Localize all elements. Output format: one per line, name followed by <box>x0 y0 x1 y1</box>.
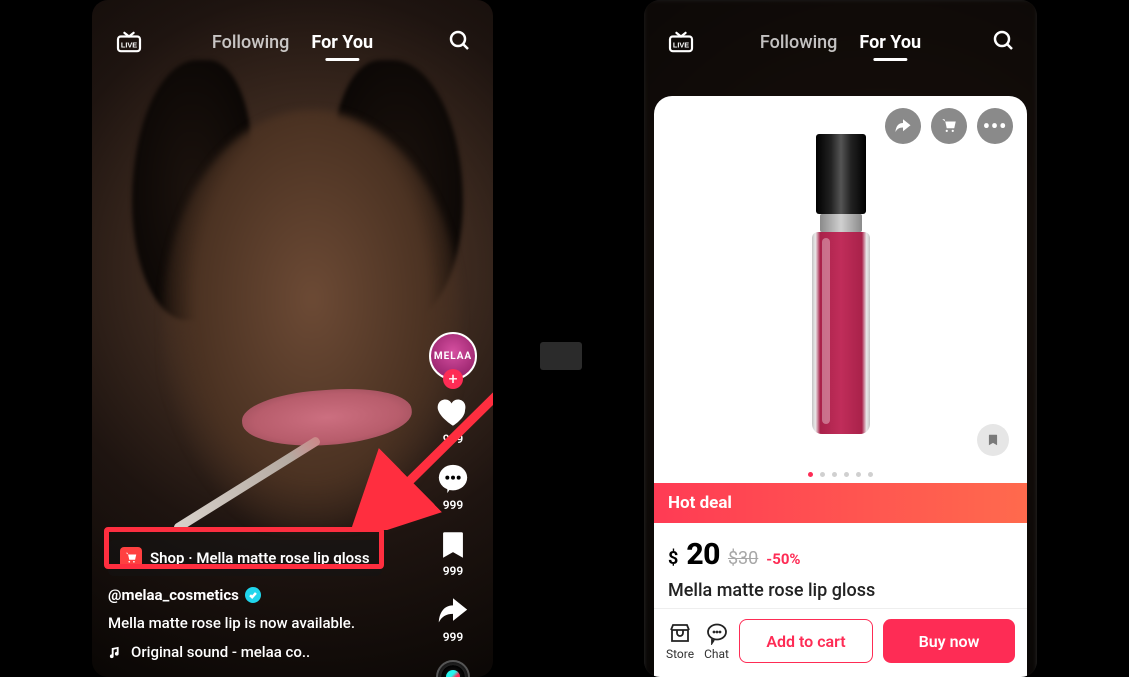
search-icon[interactable] <box>991 28 1015 56</box>
store-button[interactable]: Store <box>666 621 694 661</box>
share-icon <box>436 594 470 628</box>
live-icon[interactable]: LIVE <box>114 31 144 53</box>
decorative-divider <box>540 342 582 370</box>
price-block: $20 $30 -50% Mella matte rose lip gloss <box>654 523 1027 605</box>
store-label: Store <box>666 647 694 661</box>
product-image-area[interactable] <box>654 96 1027 472</box>
chat-icon <box>705 621 729 645</box>
dot <box>856 472 861 477</box>
shop-link-pill[interactable]: Shop · Mella matte rose lip gloss <box>108 540 382 576</box>
product-title: Mella matte rose lip gloss <box>668 580 1013 601</box>
buy-now-button[interactable]: Buy now <box>883 619 1015 663</box>
product-sheet: ••• Hot deal $20 $30 -50% <box>654 96 1027 677</box>
store-icon <box>668 621 692 645</box>
product-bottom-bar: Store Chat Add to cart Buy now <box>654 608 1027 677</box>
feed-top-bar: LIVE Following For You <box>644 20 1037 64</box>
heart-icon <box>436 396 470 430</box>
bookmark-icon <box>436 528 470 562</box>
save-button[interactable]: 999 <box>436 528 470 578</box>
save-count: 999 <box>443 564 464 578</box>
price-original: $30 <box>728 548 758 569</box>
feed-screen: LIVE Following For You MELAA + 999 999 9… <box>92 0 493 677</box>
shop-separator: · <box>188 549 192 567</box>
share-button[interactable]: 999 <box>436 594 470 644</box>
svg-text:LIVE: LIVE <box>121 41 137 50</box>
comment-button[interactable]: 999 <box>436 462 470 512</box>
creator-username[interactable]: @melaa_cosmetics <box>108 586 239 604</box>
live-icon[interactable]: LIVE <box>666 31 696 53</box>
price-current: 20 <box>686 537 720 572</box>
svg-text:LIVE: LIVE <box>673 41 689 50</box>
verified-badge-icon <box>245 587 261 603</box>
music-note-icon <box>108 645 123 660</box>
dot <box>868 472 873 477</box>
search-icon[interactable] <box>447 28 471 56</box>
sound-row[interactable]: Original sound - melaa co.. <box>108 643 413 661</box>
dot <box>820 472 825 477</box>
product-image <box>812 134 870 434</box>
shop-product-name: Mella matte rose lip gloss <box>196 549 369 567</box>
like-count: 999 <box>443 432 464 446</box>
chat-button[interactable]: Chat <box>704 621 729 661</box>
discount-badge: -50% <box>766 550 800 568</box>
creator-avatar[interactable]: MELAA + <box>429 332 477 380</box>
hot-deal-banner: Hot deal <box>654 483 1027 523</box>
tab-for-you[interactable]: For You <box>859 32 921 53</box>
tab-for-you[interactable]: For You <box>311 32 373 53</box>
dot <box>844 472 849 477</box>
video-overlay: Shop · Mella matte rose lip gloss @melaa… <box>108 540 413 661</box>
sound-title: Original sound - melaa co.. <box>131 643 310 661</box>
cart-icon <box>120 547 142 569</box>
action-rail: MELAA + 999 999 999 999 <box>427 332 479 677</box>
dot <box>832 472 837 477</box>
like-button[interactable]: 999 <box>436 396 470 446</box>
comment-icon <box>436 462 470 496</box>
comment-count: 999 <box>443 498 464 512</box>
bookmark-icon <box>986 432 1000 448</box>
chat-label: Chat <box>704 647 729 661</box>
product-screen: LIVE Following For You ••• <box>644 0 1037 677</box>
tab-following[interactable]: Following <box>760 32 838 53</box>
shop-prefix: Shop <box>150 549 184 567</box>
sound-disc-icon[interactable] <box>436 660 470 677</box>
video-caption: Mella matte rose lip is now available. <box>108 614 413 633</box>
carousel-dots[interactable] <box>654 472 1027 483</box>
add-to-cart-button[interactable]: Add to cart <box>739 619 873 663</box>
photo-face <box>162 110 462 530</box>
tab-following[interactable]: Following <box>212 32 290 53</box>
share-count: 999 <box>443 630 464 644</box>
feed-top-bar: LIVE Following For You <box>92 20 493 64</box>
follow-plus-icon[interactable]: + <box>443 369 463 389</box>
dot-active <box>808 472 813 477</box>
bookmark-button[interactable] <box>977 424 1009 456</box>
currency-symbol: $ <box>668 548 678 569</box>
